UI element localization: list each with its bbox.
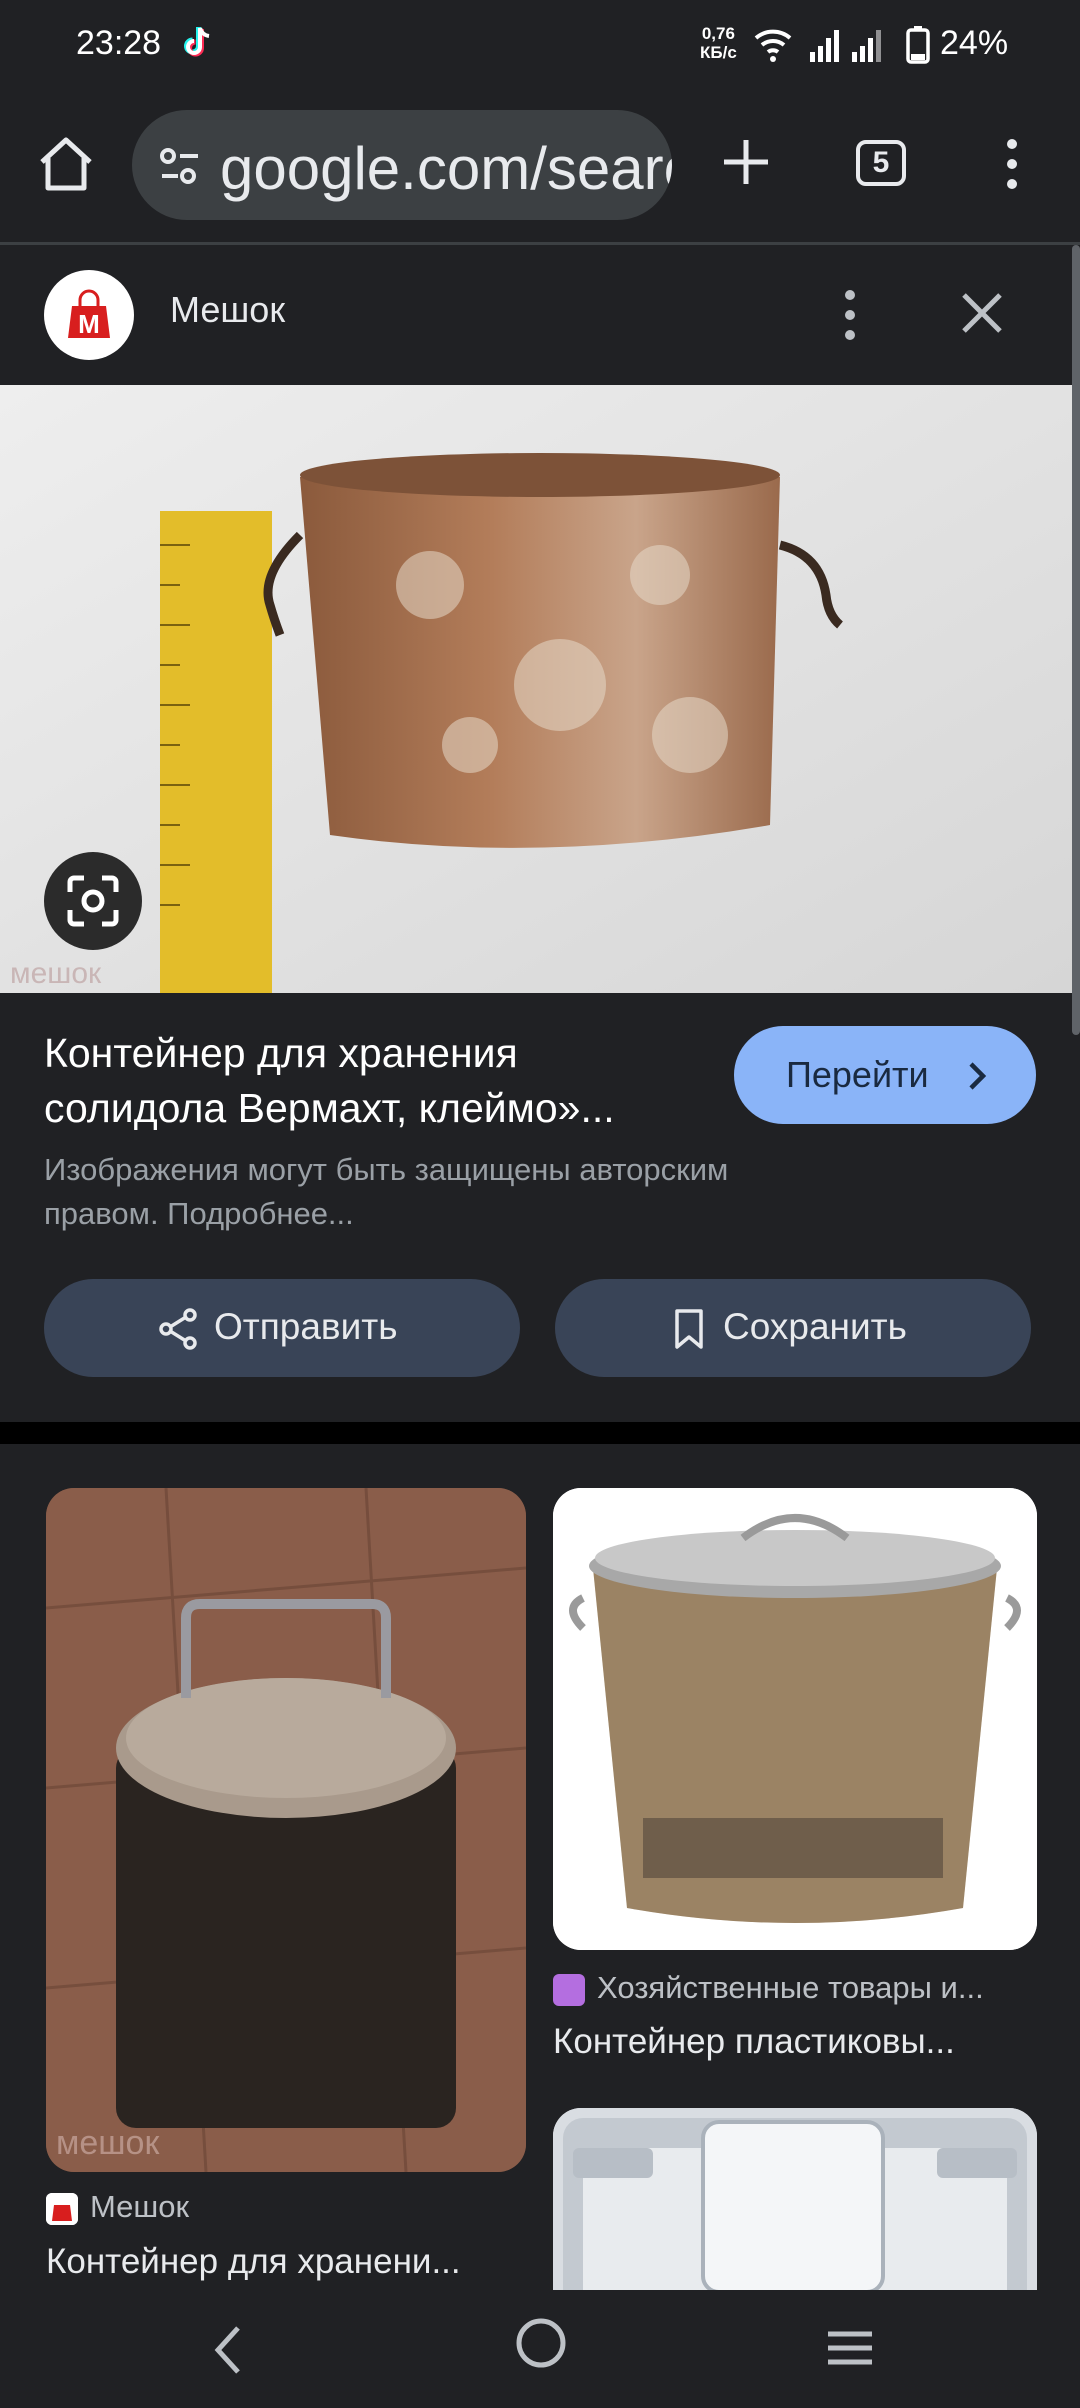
tabs-button[interactable]: 5 [856,140,906,186]
close-icon[interactable] [956,287,1008,339]
signal-icon [810,30,839,62]
visit-button[interactable]: Перейти [734,1026,1036,1124]
system-status-icons [754,26,930,64]
battery-icon [906,26,930,64]
visit-button-label: Перейти [786,1054,929,1095]
source-header: M Мешок [0,245,1080,385]
save-button[interactable]: Сохранить [555,1279,1031,1377]
recent-apps-icon[interactable] [824,2322,876,2374]
copyright-notice[interactable]: Изображения могут быть защищены авторски… [44,1148,944,1236]
related-caption-1[interactable]: Контейнер для хранени... [46,2242,526,2282]
bookmark-icon [675,1309,703,1349]
more-options-icon[interactable] [830,287,870,343]
section-separator [0,1422,1080,1444]
clock: 23:28 [76,24,162,62]
back-icon[interactable] [204,2320,254,2380]
lens-button[interactable] [44,852,142,950]
address-bar[interactable]: google.com/search [132,110,672,220]
status-bar: 23:28 0,76 КБ/с 24% [0,0,1080,92]
url-text: google.com/search [220,135,672,202]
home-nav-icon[interactable] [514,2316,568,2370]
rusty-container-photo: мешок [0,385,1072,993]
main-image[interactable]: мешок [0,385,1072,993]
site-settings-icon[interactable] [158,144,202,188]
chevron-right-icon [969,1062,987,1090]
related-source-1[interactable]: Мешок [46,2189,526,2225]
system-nav-bar [0,2290,1080,2408]
scrollbar[interactable] [1072,245,1080,1035]
network-speed: 0,76 КБ/с [700,24,737,62]
share-icon [159,1308,197,1350]
source-logo: M [44,270,134,360]
related-image-2[interactable] [553,1488,1037,1950]
related-image-1[interactable]: мешок [46,1488,526,2172]
battery-percent: 24% [940,24,1009,62]
svg-text:мешок: мешок [56,2124,160,2162]
menu-icon[interactable] [1000,134,1024,194]
browser-toolbar: google.com/search 5 [0,92,1080,242]
home-icon[interactable] [34,132,98,196]
new-tab-icon[interactable] [716,132,776,192]
svg-text:мешок: мешок [10,957,102,990]
svg-text:M: M [78,309,100,339]
related-caption-2[interactable]: Контейнер пластиковы... [553,2022,1037,2062]
google-lens-icon [67,875,119,927]
wifi-icon [754,29,792,62]
related-source-2[interactable]: Хозяйственные товары и... [553,1970,1037,2006]
signal-icon-2 [852,30,881,62]
meshok-mini-icon [46,2192,78,2225]
share-button[interactable]: Отправить [44,1279,520,1377]
tiktok-icon [184,27,210,57]
store-bag-icon [553,1973,585,2006]
share-label: Отправить [214,1306,398,1347]
meshok-logo-icon: M [68,289,110,339]
result-title[interactable]: Контейнер для хранения солидола Вермахт,… [44,1026,704,1136]
source-name[interactable]: Мешок [170,289,285,331]
save-label: Сохранить [723,1306,907,1347]
